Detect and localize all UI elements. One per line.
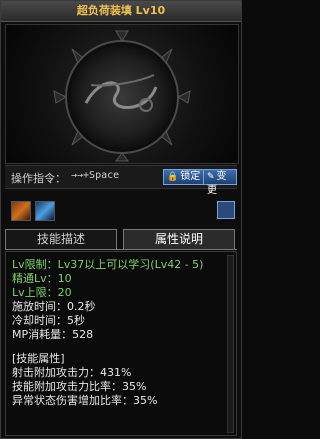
lock-icon: 🔒	[167, 172, 179, 182]
scrollbar[interactable]	[227, 255, 234, 433]
change-button[interactable]: ✎ 变更	[203, 169, 237, 196]
skill-preview	[5, 24, 239, 164]
tab-attribute-info[interactable]: 属性说明	[123, 229, 235, 249]
tab-bar: 技能描述 属性说明	[5, 229, 237, 250]
tab-skill-description[interactable]: 技能描述	[5, 229, 117, 249]
command-bar: 操作指令： →→+Space 🔒 锁定 ✎ 变更	[5, 165, 237, 196]
change-icon: ✎	[207, 172, 215, 182]
window-title: 超负荷装填 Lv10	[1, 1, 241, 22]
mp-cost-text: MP消耗量：528	[12, 328, 94, 341]
command-label: 操作指令：	[11, 172, 66, 185]
lock-button[interactable]: 🔒 锁定	[163, 169, 205, 185]
skill-fire-icon[interactable]	[11, 201, 31, 221]
skill-icon-row	[5, 201, 237, 223]
command-value: →→+Space	[71, 170, 120, 181]
skill-info-window: 超负荷装填 Lv10 操作指令： →→+Space 🔒 锁定 ✎ 变更 技能描述…	[0, 0, 242, 439]
skill-emblem-icon	[53, 30, 191, 162]
lock-button-label: 锁定	[180, 171, 201, 182]
clock-icon[interactable]	[217, 201, 235, 219]
skill-shield-icon[interactable]	[35, 201, 55, 221]
status-damage-text: 异常状态伤害增加比率：35%	[12, 394, 158, 407]
attribute-panel: Lv限制：Lv37以上可以学习(Lv42 - 5) 精通Lv：10 Lv上限：2…	[5, 251, 237, 436]
